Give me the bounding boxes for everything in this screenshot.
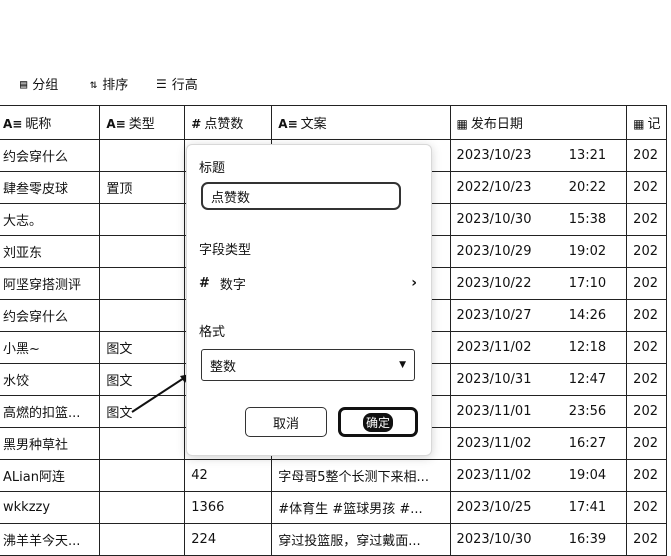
date-cell[interactable]: 2023/10/25 17:41 [449,491,628,524]
column-header-date[interactable]: ▦ 发布日期 [449,105,628,140]
extra-date-cell[interactable]: 202 [626,459,667,492]
table-header-row: A≡ 昵称 A≡ 类型 # 点赞数 A≡ 文案 ▦ 发布日期 ▦ 记 [0,105,667,140]
copy-cell[interactable]: #体育生 #篮球男孩 #... [271,491,451,524]
format-select[interactable]: 整数 ▼ [201,349,415,381]
nickname-cell[interactable]: 沸羊羊今天... [0,523,101,556]
type-cell[interactable] [99,523,186,556]
nickname-cell[interactable]: 肆叁零皮球 [0,171,101,204]
column-header-likes[interactable]: # 点赞数 [184,105,273,140]
nickname-cell[interactable]: 小黑~ [0,331,101,364]
cancel-button[interactable]: 取消 [245,407,327,437]
confirm-button[interactable]: 确定 [338,407,418,437]
extra-date-cell[interactable]: 202 [626,427,667,460]
extra-date-cell[interactable]: 202 [626,203,667,236]
type-cell[interactable] [99,203,186,236]
type-cell[interactable] [99,139,186,172]
copy-cell[interactable]: 字母哥5整个长测下来相... [271,459,451,492]
toolbar-row-height-label: 行高 [171,78,198,93]
toolbar-sort-label: 排序 [102,78,129,93]
extra-date-cell[interactable]: 202 [626,363,667,396]
format-label: 格式 [199,325,226,340]
extra-date-cell[interactable]: 202 [626,171,667,204]
toolbar-partial-item: : [0,74,1,89]
type-cell[interactable] [99,299,186,332]
chevron-down-icon: ▼ [399,360,406,370]
nickname-cell[interactable]: 高燃的扣篮... [0,395,101,428]
date-cell[interactable]: 2023/11/02 19:04 [449,459,628,492]
toolbar: : ▤ 分组 ⇅ 排序 ☰ 行高 [0,70,671,98]
field-settings-dialog: 标题 字段类型 # 数字 › 格式 整数 ▼ 取消 确定 [186,144,432,456]
title-input[interactable] [201,182,401,210]
nickname-cell[interactable]: 刘亚东 [0,235,101,268]
date-cell[interactable]: 2023/10/27 14:26 [449,299,628,332]
extra-date-cell[interactable]: 202 [626,139,667,172]
type-cell[interactable] [99,427,186,460]
annotation-arrow-icon [131,374,190,413]
likes-cell[interactable]: 224 [184,523,273,556]
table-row[interactable]: ALian阿连 42 字母哥5整个长测下来相... 2023/11/02 19:04 20… [0,459,667,492]
table-row[interactable]: 沸羊羊今天... 224 穿过投篮服，穿过戴面... 2023/10/30 16:39 2… [0,523,667,556]
type-cell[interactable]: 置顶 [99,171,186,204]
number-field-icon: # [191,117,202,131]
nickname-cell[interactable]: 水饺 [0,363,101,396]
type-cell[interactable] [99,459,186,492]
text-field-icon: A≡ [278,117,298,131]
sort-icon: ⇅ [90,76,98,91]
toolbar-sort-button[interactable]: ⇅ 排序 [90,74,129,94]
table-row[interactable]: wkkzzy 1366 #体育生 #篮球男孩 #... 2023/10/25 17:41… [0,491,667,524]
type-cell[interactable]: 图文 [99,331,186,364]
date-cell[interactable]: 2023/10/31 12:47 [449,363,628,396]
title-label: 标题 [199,161,226,176]
type-cell[interactable] [99,235,186,268]
toolbar-group-label: 分组 [32,78,59,93]
group-icon: ▤ [20,76,28,91]
number-type-icon: # [199,275,210,291]
extra-date-cell[interactable]: 202 [626,267,667,300]
date-cell[interactable]: 2022/10/23 20:22 [449,171,628,204]
column-header-extra[interactable]: ▦ 记 [626,105,667,140]
extra-date-cell[interactable]: 202 [626,491,667,524]
date-field-icon: ▦ [456,117,468,131]
nickname-cell[interactable]: 约会穿什么 [0,139,101,172]
likes-cell[interactable]: 42 [184,459,273,492]
nickname-cell[interactable]: wkkzzy [0,491,101,524]
nickname-cell[interactable]: 约会穿什么 [0,299,101,332]
extra-date-cell[interactable]: 202 [626,523,667,556]
field-type-value: 数字 [219,277,246,293]
copy-cell[interactable]: 穿过投篮服，穿过戴面... [271,523,451,556]
column-header-copy[interactable]: A≡ 文案 [271,105,451,140]
date-cell[interactable]: 2023/10/30 15:38 [449,203,628,236]
text-field-icon: A≡ [3,117,23,131]
nickname-cell[interactable]: ALian阿连 [0,459,101,492]
chevron-right-icon: › [411,275,417,291]
extra-date-cell[interactable]: 202 [626,235,667,268]
toolbar-group-button[interactable]: ▤ 分组 [20,74,59,94]
type-cell[interactable] [99,267,186,300]
extra-date-cell[interactable]: 202 [626,395,667,428]
nickname-cell[interactable]: 阿坚穿搭测评 [0,267,101,300]
column-header-type[interactable]: A≡ 类型 [99,105,186,140]
column-header-nickname[interactable]: A≡ 昵称 [0,105,101,140]
date-cell[interactable]: 2023/10/22 17:10 [449,267,628,300]
text-field-icon: A≡ [106,117,126,131]
date-cell[interactable]: 2023/10/23 13:21 [449,139,628,172]
date-cell[interactable]: 2023/11/02 12:18 [449,331,628,364]
nickname-cell[interactable]: 大志。 [0,203,101,236]
date-field-icon: ▦ [633,117,645,131]
date-cell[interactable]: 2023/10/29 19:02 [449,235,628,268]
extra-date-cell[interactable]: 202 [626,299,667,332]
date-cell[interactable]: 2023/11/01 23:56 [449,395,628,428]
toolbar-row-height-button[interactable]: ☰ 行高 [156,74,198,94]
format-value: 整数 [210,359,237,375]
field-type-label: 字段类型 [199,243,252,258]
extra-date-cell[interactable]: 202 [626,331,667,364]
row-height-icon: ☰ [156,76,167,91]
type-cell[interactable] [99,491,186,524]
field-type-selector[interactable]: # 数字 › [199,271,417,295]
date-cell[interactable]: 2023/11/02 16:27 [449,427,628,460]
likes-cell[interactable]: 1366 [184,491,273,524]
date-cell[interactable]: 2023/10/30 16:39 [449,523,628,556]
nickname-cell[interactable]: 黑男种草社 [0,427,101,460]
